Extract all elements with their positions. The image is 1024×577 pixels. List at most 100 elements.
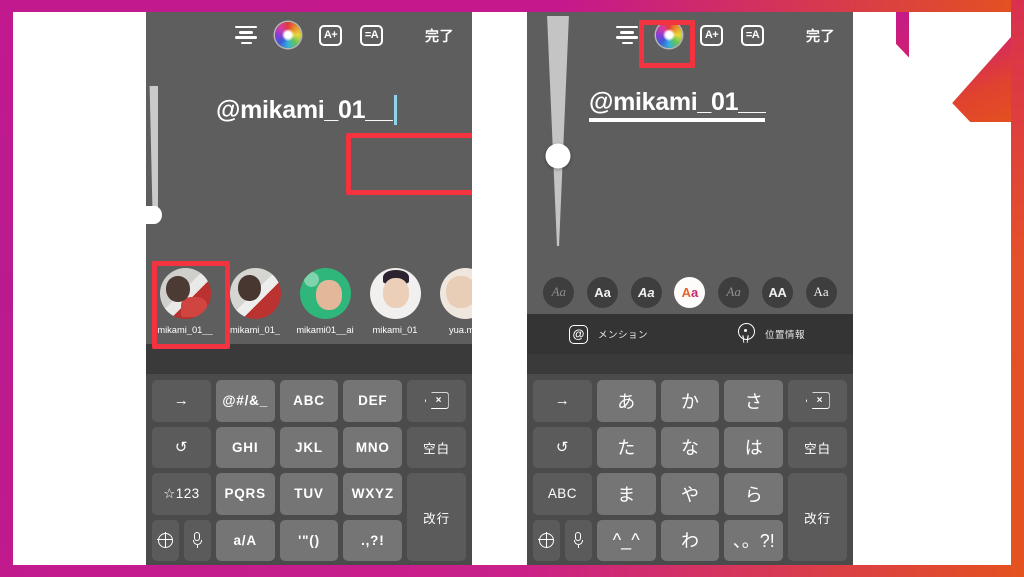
- key-abc[interactable]: ABC: [279, 380, 339, 422]
- suggestion-item-1[interactable]: mikami_01_: [224, 262, 286, 335]
- suggestion-item-4[interactable]: yua.mik: [434, 262, 472, 335]
- done-button[interactable]: 完了: [425, 26, 454, 46]
- frame-border-bottom: [0, 565, 1024, 577]
- font-chip-letter-a2: a: [691, 284, 699, 300]
- mention-label: メンション: [597, 330, 648, 341]
- avatar: [369, 268, 421, 319]
- left-keyboard: → @#/&_ ABC DEF × ↺ GHI JKL MNO 空白 ☆123 …: [146, 374, 472, 569]
- key-delete[interactable]: ×: [407, 380, 466, 422]
- font-chip-serif[interactable]: Aa: [805, 276, 837, 308]
- key-abc[interactable]: ABC: [533, 473, 592, 515]
- font-chip-letter-a: A: [681, 284, 692, 300]
- text-caret: [394, 95, 397, 125]
- key-mic[interactable]: [183, 519, 211, 561]
- key-space[interactable]: 空白: [407, 426, 466, 468]
- frame-border-left: [0, 0, 13, 577]
- key-ra-row[interactable]: ら: [724, 473, 784, 515]
- delete-icon: ×: [424, 392, 449, 410]
- avatar: [299, 268, 351, 319]
- key-numbers[interactable]: ☆123: [152, 473, 211, 515]
- suggestion-item-0[interactable]: mikami_01__: [154, 262, 216, 335]
- key-delete[interactable]: ×: [788, 380, 847, 422]
- key-wa-row[interactable]: わ: [660, 519, 720, 561]
- left-keyboard-grid: → @#/&_ ABC DEF × ↺ GHI JKL MNO 空白 ☆123 …: [152, 380, 466, 561]
- key-ta-row[interactable]: た: [596, 426, 656, 468]
- globe-icon: [538, 532, 554, 548]
- align-left-icon[interactable]: [235, 26, 257, 44]
- key-ma-row[interactable]: ま: [596, 473, 656, 515]
- key-tuv[interactable]: TUV: [279, 473, 339, 515]
- text-size-slider[interactable]: [541, 16, 575, 246]
- suggestion-item-2[interactable]: mikami01__ai: [294, 262, 356, 335]
- key-mno[interactable]: MNO: [343, 426, 403, 468]
- align-left-icon[interactable]: [616, 26, 638, 44]
- delete-icon: ×: [805, 392, 830, 410]
- key-punct[interactable]: 、。?!: [724, 519, 784, 561]
- globe-icon: [157, 532, 173, 548]
- key-undo[interactable]: ↺: [533, 426, 592, 468]
- font-chip-bold[interactable]: Aa: [587, 276, 619, 308]
- key-def[interactable]: DEF: [343, 380, 403, 422]
- key-symbols[interactable]: @#/&_: [215, 380, 275, 422]
- key-mic[interactable]: [564, 519, 592, 561]
- mention-action[interactable]: @ メンション: [527, 324, 690, 344]
- color-wheel-icon[interactable]: [275, 22, 301, 48]
- key-globe-mic-group: [152, 519, 211, 561]
- font-chip-caps-bold[interactable]: AA: [761, 276, 793, 308]
- screenshot-root: A+ =A 完了 @mikami_01__ mikami_01__ mikami…: [0, 0, 1024, 577]
- key-case[interactable]: a/A: [215, 519, 275, 561]
- key-enter[interactable]: 改行: [407, 473, 466, 561]
- right-toolbar: A+ =A 完了: [527, 8, 853, 60]
- avatar: [439, 268, 472, 319]
- suggestion-username: yua.mik: [448, 325, 472, 335]
- key-ghi[interactable]: GHI: [215, 426, 275, 468]
- key-ya-row[interactable]: や: [660, 473, 720, 515]
- text-size-slider-knob[interactable]: [545, 143, 571, 169]
- key-globe[interactable]: [152, 519, 179, 561]
- key-ka-row[interactable]: か: [660, 380, 720, 422]
- suggestion-username: mikami_01: [372, 325, 418, 335]
- frame-border-right: [1011, 0, 1024, 577]
- highlight-box-text-input: [346, 133, 472, 195]
- text-input-field[interactable]: @mikami_01__: [589, 88, 766, 122]
- font-chip-serif-italic[interactable]: Aa: [718, 276, 750, 308]
- key-globe[interactable]: [533, 519, 560, 561]
- right-toolbar-icons: A+ =A: [616, 22, 764, 48]
- font-chip-script[interactable]: Aa: [543, 276, 575, 308]
- at-sign-icon: @: [568, 324, 588, 344]
- key-jkl[interactable]: JKL: [279, 426, 339, 468]
- key-next[interactable]: →: [152, 380, 211, 422]
- font-chip-bold-italic[interactable]: Aa: [630, 276, 662, 308]
- key-na-row[interactable]: な: [660, 426, 720, 468]
- color-wheel-icon[interactable]: [656, 22, 682, 48]
- key-next[interactable]: →: [533, 380, 592, 422]
- key-quotes[interactable]: '"(): [279, 519, 339, 561]
- text-size-slider-knob-partial[interactable]: [146, 206, 162, 224]
- key-pqrs[interactable]: PQRS: [215, 473, 275, 515]
- key-a-row[interactable]: あ: [596, 380, 656, 422]
- font-chip-colored-selected[interactable]: Aa: [674, 276, 706, 308]
- key-undo[interactable]: ↺: [152, 426, 211, 468]
- key-space[interactable]: 空白: [788, 426, 847, 468]
- key-wxyz[interactable]: WXYZ: [343, 473, 403, 515]
- key-sa-row[interactable]: さ: [724, 380, 784, 422]
- text-style-icon[interactable]: =A: [741, 24, 764, 46]
- avatar: [229, 268, 281, 319]
- text-effect-icon[interactable]: A+: [319, 24, 342, 46]
- text-effect-icon[interactable]: A+: [700, 24, 723, 46]
- mention-suggestions: mikami_01__ mikami_01_ mikami01__ai mika…: [146, 262, 472, 344]
- suggestion-item-3[interactable]: mikami_01: [364, 262, 426, 335]
- font-style-selector: Aa Aa Aa Aa Aa AA Aa: [527, 270, 853, 314]
- text-size-slider-partial[interactable]: [149, 86, 158, 216]
- key-emoticon[interactable]: ^_^: [596, 519, 656, 561]
- key-ha-row[interactable]: は: [724, 426, 784, 468]
- left-phone-panel: A+ =A 完了 @mikami_01__ mikami_01__ mikami…: [146, 8, 472, 569]
- right-keyboard-grid: → あ か さ × ↺ た な は 空白 ABC ま や ら 改行 ^_^ わ …: [533, 380, 847, 561]
- key-enter[interactable]: 改行: [788, 473, 847, 561]
- key-punct[interactable]: .,?!: [343, 519, 403, 561]
- location-action[interactable]: 位置情報: [690, 323, 853, 345]
- done-button[interactable]: 完了: [806, 26, 835, 46]
- text-style-icon[interactable]: =A: [360, 24, 383, 46]
- text-input-field[interactable]: @mikami_01__: [203, 85, 415, 135]
- left-toolbar: A+ =A 完了: [146, 8, 472, 60]
